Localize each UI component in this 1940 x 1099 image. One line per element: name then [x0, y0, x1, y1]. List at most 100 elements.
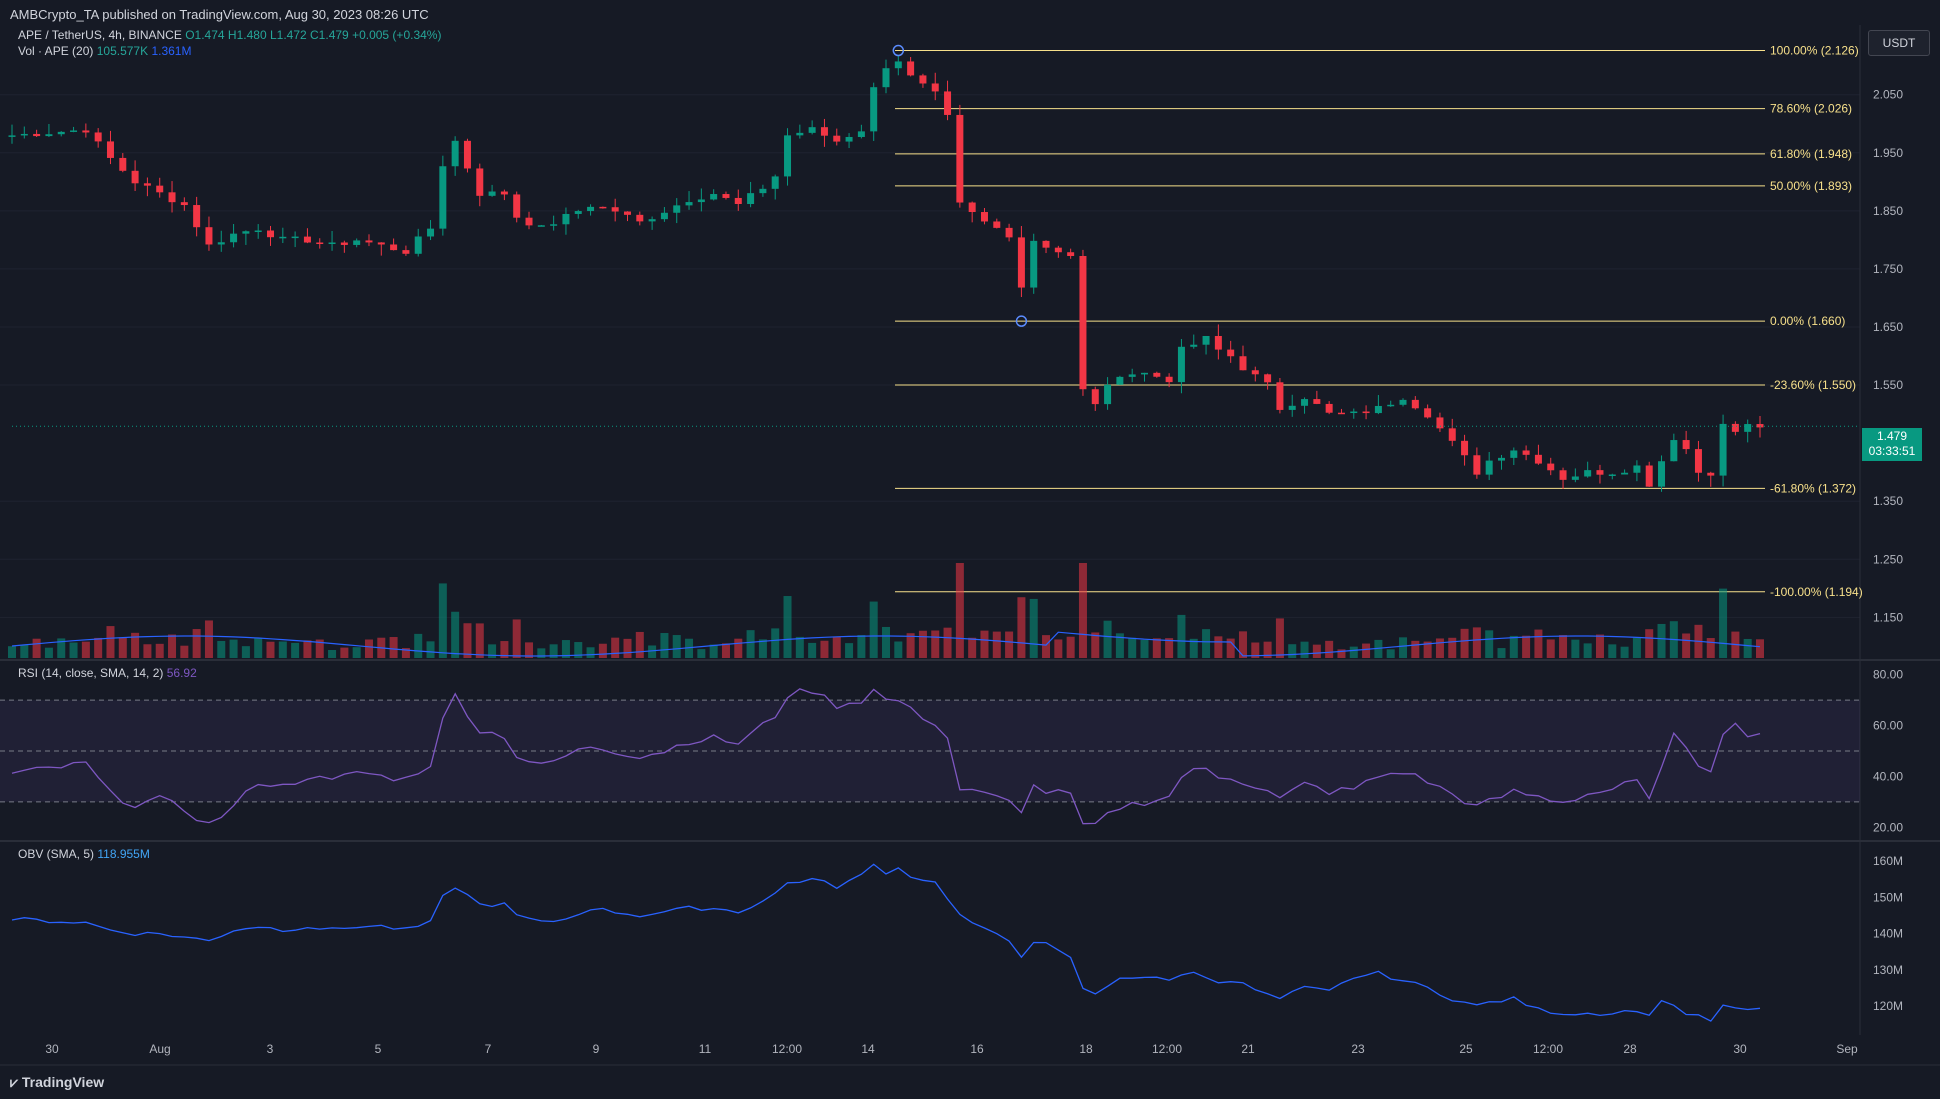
fib-level-label: -100.00% (1.194)	[1770, 585, 1863, 599]
volume-label[interactable]: Vol · APE (20)	[18, 44, 93, 58]
volume-bar	[1399, 637, 1408, 658]
candle-body	[1264, 374, 1272, 383]
candle-body	[1485, 460, 1493, 475]
rsi-value: 56.92	[166, 666, 197, 680]
volume-bar	[1595, 634, 1604, 658]
volume-bar	[1214, 636, 1223, 658]
symbol-name[interactable]: APE / TetherUS, 4h, BINANCE	[18, 28, 182, 42]
volume-bar	[1632, 637, 1641, 658]
volume-bars	[8, 563, 1764, 658]
candle-body	[1510, 450, 1518, 458]
volume-bar	[1472, 627, 1481, 658]
obv-tick-label: 160M	[1873, 854, 1903, 868]
volume-bar	[155, 643, 164, 658]
time-tick-label: 21	[1241, 1042, 1255, 1056]
candle-body	[1559, 470, 1567, 480]
volume-bar	[1485, 630, 1494, 658]
candle-body	[1756, 424, 1764, 428]
candle-body	[500, 191, 508, 195]
candle-body	[956, 114, 964, 203]
obv-label[interactable]: OBV (SMA, 5)	[18, 847, 94, 861]
volume-bar	[1645, 629, 1654, 658]
obv-pane	[11, 863, 1761, 1022]
time-tick-label: Sep	[1836, 1042, 1858, 1056]
volume-bar	[1349, 646, 1358, 658]
candle-body	[1017, 237, 1025, 288]
volume-bar	[980, 630, 989, 658]
candle-body	[623, 211, 631, 215]
candle-body	[1534, 454, 1542, 464]
volume-bar	[143, 644, 152, 658]
volume-bar	[1103, 620, 1112, 658]
candle-body	[353, 240, 361, 245]
candle-body	[611, 207, 619, 212]
candle-body	[808, 127, 816, 133]
fib-level-label: 50.00% (1.893)	[1770, 179, 1852, 193]
candle-body	[1202, 336, 1210, 345]
volume-bar	[1386, 649, 1395, 658]
time-tick-label: 3	[267, 1042, 274, 1056]
volume-bar	[771, 628, 780, 658]
volume-bar	[1238, 631, 1247, 658]
volume-bar	[1657, 623, 1666, 658]
rsi-label[interactable]: RSI (14, close, SMA, 14, 2)	[18, 666, 163, 680]
volume-bar	[832, 636, 841, 658]
candle-body	[1547, 463, 1555, 471]
volume-bar	[1509, 635, 1518, 658]
candle-body	[8, 135, 16, 137]
volume-bar	[623, 638, 632, 658]
price-tick-label: 1.750	[1873, 262, 1903, 276]
ohlc-high: H1.480	[227, 28, 267, 42]
time-tick-label: 12:00	[772, 1042, 802, 1056]
candle-body	[1177, 346, 1185, 383]
volume-bar	[992, 631, 1001, 658]
volume-bar	[611, 637, 620, 658]
candle-body	[845, 136, 853, 142]
volume-bar	[1275, 618, 1284, 658]
volume-bar	[278, 641, 287, 658]
rsi-tick-label: 40.00	[1873, 769, 1903, 783]
volume-bar	[1743, 638, 1752, 658]
time-tick-label: 16	[970, 1042, 984, 1056]
volume-bar	[1756, 639, 1764, 658]
quote-unit-button[interactable]: USDT	[1868, 30, 1930, 56]
chart-canvas[interactable]: 100.00% (2.126) 78.60% (2.026) 61.80% (1.9…	[0, 0, 1940, 1099]
candle-body	[463, 140, 471, 169]
candle-body	[45, 134, 53, 137]
candle-body	[537, 225, 545, 227]
candle-body	[1104, 384, 1112, 405]
time-tick-label: 30	[1733, 1042, 1747, 1056]
candle-body	[82, 130, 90, 133]
fib-level-label: -61.80% (1.372)	[1770, 481, 1856, 495]
volume-bar	[328, 650, 337, 658]
volume-bar	[758, 639, 767, 658]
candle-body	[747, 193, 755, 205]
volume-bar	[94, 637, 103, 658]
obv-tick-label: 140M	[1873, 927, 1903, 941]
volume-bar	[118, 637, 127, 658]
candle-body	[1313, 399, 1321, 404]
candle-body	[328, 242, 336, 245]
price-tick-label: 1.550	[1873, 378, 1903, 392]
tradingview-logo[interactable]: ⩗ TradingView	[10, 1074, 104, 1091]
volume-bar	[746, 630, 755, 658]
candle-body	[1227, 349, 1235, 357]
volume-bar	[918, 630, 927, 658]
candle-body	[550, 224, 558, 226]
volume-bar	[1325, 640, 1334, 658]
symbol-legend: APE / TetherUS, 4h, BINANCE O1.474 H1.48…	[18, 28, 441, 42]
fib-level-label: -23.60% (1.550)	[1770, 378, 1856, 392]
volume-bar	[1078, 563, 1087, 658]
candle-body	[377, 242, 385, 245]
candle-body	[857, 131, 865, 137]
obv-value: 118.955M	[97, 847, 150, 861]
candle-body	[254, 230, 262, 233]
candle-body	[131, 170, 139, 184]
candle-body	[636, 214, 644, 222]
candle-body	[759, 188, 767, 194]
time-tick-label: 12:00	[1533, 1042, 1563, 1056]
candle-body	[833, 135, 841, 142]
candle-body	[427, 228, 435, 237]
volume-bar	[1608, 644, 1617, 658]
tradingview-logo-icon: ⩗	[10, 1074, 18, 1090]
